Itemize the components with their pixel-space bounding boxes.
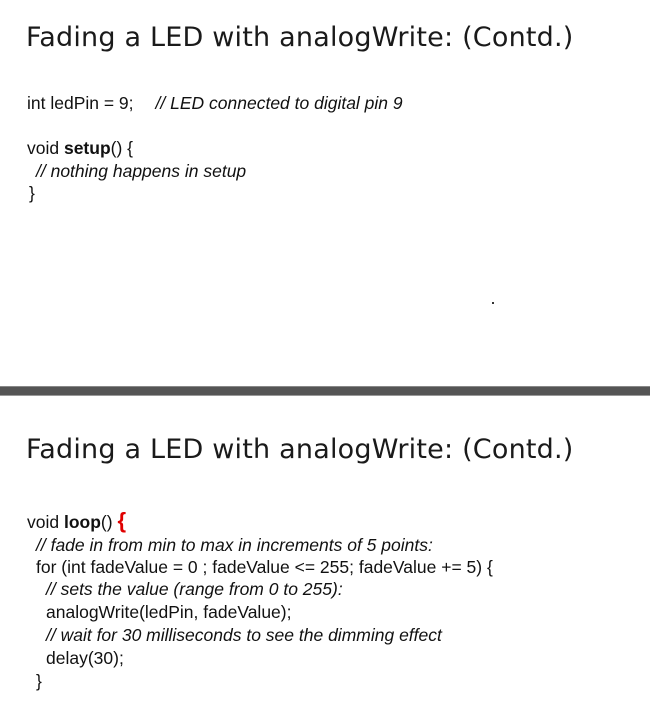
code-text: int ledPin = 9; — [27, 93, 134, 113]
slide-loop: Fading a LED with analogWrite: (Contd.) … — [0, 396, 650, 723]
code-text: void — [27, 512, 64, 532]
code-line-setup: void setup() { — [27, 138, 133, 159]
code-line-delay: delay(30); — [46, 648, 124, 668]
function-name: loop — [63, 512, 101, 532]
code-line-analogwrite: analogWrite(ledPin, fadeValue); — [46, 602, 292, 622]
code-comment: // sets the value (range from 0 to 255): — [46, 579, 343, 599]
function-name: setup — [63, 138, 111, 158]
code-close-brace: } — [36, 671, 42, 691]
code-line-declaration: int ledPin = 9; // LED connected to digit… — [27, 93, 403, 114]
code-comment: // LED connected to digital pin 9 — [155, 93, 403, 113]
stray-dot — [492, 302, 494, 304]
code-comment: // fade in from min to max in increments… — [36, 535, 433, 555]
slide-title: Fading a LED with analogWrite: (Contd.) — [26, 434, 574, 465]
code-comment: // wait for 30 milliseconds to see the d… — [46, 625, 442, 645]
code-text: () — [100, 512, 118, 532]
code-comment: // nothing happens in setup — [36, 161, 247, 181]
slide-title: Fading a LED with analogWrite: (Contd.) — [26, 22, 574, 53]
highlighted-open-brace: { — [117, 508, 126, 533]
code-text: () { — [110, 138, 134, 158]
slide-divider — [0, 386, 650, 396]
code-line-loop: void loop() { — [27, 508, 126, 534]
code-close-brace: } — [29, 183, 35, 203]
code-line-for: for (int fadeValue = 0 ; fadeValue <= 25… — [36, 557, 493, 577]
code-text: void — [27, 138, 64, 158]
slide-setup: Fading a LED with analogWrite: (Contd.) … — [0, 0, 650, 388]
